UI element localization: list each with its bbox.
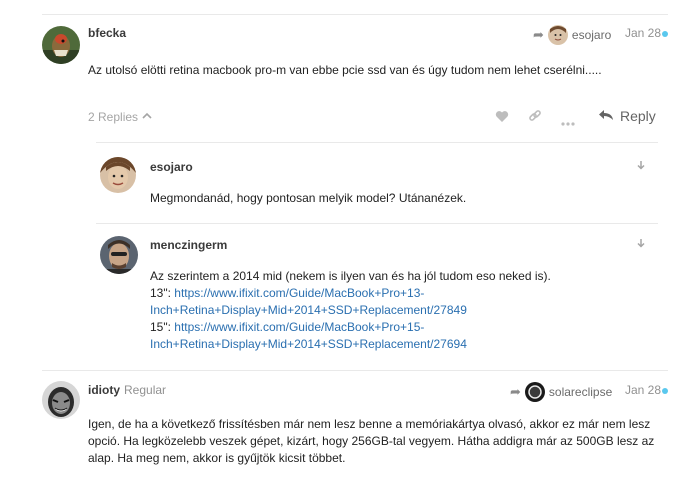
avatar-idioty[interactable] (42, 381, 80, 419)
post2-top-divider (42, 370, 668, 371)
reply2-link13-row: 13": https://www.ifixit.com/Guide/MacBoo… (150, 285, 660, 302)
reply1-expand-chevron-icon[interactable] (636, 160, 646, 173)
top-divider (42, 14, 668, 15)
post2-body-line: Igen, de ha a következő frissítésben már… (88, 417, 651, 431)
post2-username[interactable]: idioty (88, 383, 120, 397)
post1-body: Az utolsó elötti retina macbook pro-m va… (88, 63, 602, 77)
link-13-inch-guide-part2[interactable]: Inch+Retina+Display+Mid+2014+SSD+Replace… (150, 303, 467, 317)
post1-replies-toggle[interactable]: 2 Replies (88, 110, 152, 124)
post2-body-line: opció. Ha legközelebb veszek gépet, kizá… (88, 434, 655, 448)
avatar-bfecka[interactable] (42, 26, 80, 64)
link15-prefix: 15": (150, 320, 175, 334)
reply-button[interactable]: Reply (598, 108, 656, 124)
esojaro-mini-avatar (547, 25, 568, 45)
post1-reply-to-username: esojaro (571, 28, 612, 42)
reply2-link13-row2: Inch+Retina+Display+Mid+2014+SSD+Replace… (150, 302, 660, 319)
replies-count-label: 2 Replies (88, 110, 139, 124)
post2-date[interactable]: Jan 28 (625, 383, 661, 397)
reply-button-label: Reply (620, 108, 656, 124)
chevron-up-icon (142, 110, 152, 124)
reply-arrow-icon: ➦ (533, 27, 544, 42)
link-13-inch-guide-part1[interactable]: https://www.ifixit.com/Guide/MacBook+Pro… (174, 286, 424, 300)
reply1-username[interactable]: esojaro (150, 160, 193, 174)
avatar-esojaro[interactable] (100, 157, 136, 193)
post2-unread-dot (662, 388, 668, 394)
link-15-inch-guide-part1[interactable]: https://www.ifixit.com/Guide/MacBook+Pro… (174, 320, 424, 334)
post1-reply-to[interactable]: ➦ esojaro (533, 25, 611, 45)
link13-prefix: 13": (150, 286, 175, 300)
nested-top-divider (96, 142, 658, 143)
reply2-line1: Az szerintem a 2014 mid (nekem is ilyen … (150, 269, 551, 283)
more-options-icon[interactable] (561, 114, 575, 129)
post2-reply-to[interactable]: ➦ solareclipse (510, 382, 612, 402)
reply-icon (598, 108, 614, 124)
reply-divider (96, 223, 658, 224)
post1-date[interactable]: Jan 28 (625, 26, 661, 40)
reply-arrow-icon: ➦ (510, 384, 521, 399)
link-15-inch-guide-part2[interactable]: Inch+Retina+Display+Mid+2014+SSD+Replace… (150, 337, 467, 351)
post2-body-line: alap. Ha meg nem, akkor is gyűjtök kicsi… (88, 451, 346, 465)
reply2-expand-chevron-icon[interactable] (636, 238, 646, 251)
reply2-link15-row: 15": https://www.ifixit.com/Guide/MacBoo… (150, 319, 660, 336)
avatar-menczingerm[interactable] (100, 236, 138, 274)
reply2-link15-row2: Inch+Retina+Display+Mid+2014+SSD+Replace… (150, 336, 660, 353)
reply2-body: Az szerintem a 2014 mid (nekem is ilyen … (150, 268, 660, 353)
link-icon[interactable] (528, 109, 542, 126)
reply1-body: Megmondanád, hogy pontosan melyik model?… (150, 191, 467, 205)
post2-reply-to-username: solareclipse (548, 385, 613, 399)
post1-username[interactable]: bfecka (88, 26, 126, 40)
post1-unread-dot (662, 31, 668, 37)
post2-body: Igen, de ha a következő frissítésben már… (88, 416, 678, 467)
solareclipse-mini-avatar (524, 382, 545, 402)
post2-user-title: Regular (124, 383, 167, 397)
like-heart-icon[interactable] (495, 110, 509, 126)
reply2-username[interactable]: menczingerm (150, 238, 227, 252)
